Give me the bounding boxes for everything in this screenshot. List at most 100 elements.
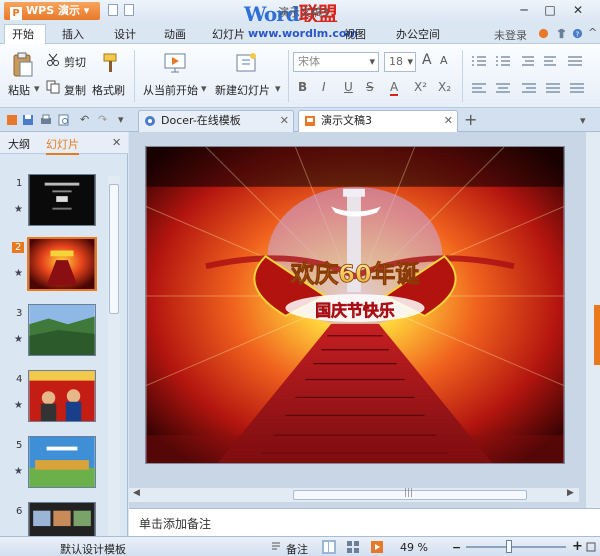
slide-thumbnail[interactable] [28,174,96,226]
format-painter-button[interactable]: 格式刷 [92,82,125,98]
print-icon[interactable] [40,114,52,126]
font-grow-button[interactable]: A [422,52,432,68]
paste-button[interactable]: 粘贴 [8,82,30,98]
font-size-select[interactable]: 18 ▾ [384,52,416,72]
menu-slideshow[interactable]: 幻灯片 [212,26,245,42]
login-status[interactable]: 未登录 [494,27,527,43]
tab-slides[interactable]: 幻灯片 [46,136,79,155]
menu-view[interactable]: 视图 [344,26,366,42]
ribbon-collapse-icon[interactable]: ^ [588,26,597,39]
slide-thumbnail[interactable] [28,370,96,422]
slides-panel-scrollbar[interactable] [108,176,120,536]
slide-thumbnail-selected[interactable] [27,237,97,291]
zoom-percent[interactable]: 49 % [400,541,428,554]
play-dropdown-icon[interactable]: ▾ [201,82,207,95]
tab-docer-templates[interactable]: Docer-在线模板 ✕ [138,110,294,132]
tab-close-icon[interactable]: ✕ [280,111,289,131]
presentation-doc-icon [305,116,315,126]
notes-pane[interactable]: 单击添加备注 [129,508,600,536]
shirt-icon[interactable] [556,28,567,39]
cut-button[interactable]: 剪切 [64,54,86,70]
slide-thumb-row[interactable]: 2 ★ [0,237,108,294]
menu-home[interactable]: 开始 [12,26,34,42]
normal-view-icon[interactable] [322,540,336,554]
redo-icon[interactable]: ↷ [98,113,107,126]
slideshow-view-icon[interactable] [370,540,384,554]
tab-close-icon[interactable]: ✕ [444,111,453,131]
undo-icon[interactable]: ↶ [80,113,89,126]
app-menu-button[interactable]: P WPS 演示 ▾ [4,2,100,20]
subscript-button[interactable]: X₂ [438,80,451,94]
slide-thumbnail[interactable] [28,304,96,356]
panel-close-icon[interactable]: ✕ [112,136,121,149]
font-shrink-button[interactable]: A [440,54,448,67]
new-tab-plus-icon[interactable]: + [464,110,477,129]
maximize-button[interactable]: □ [540,2,560,18]
scrollbar-thumb[interactable] [109,184,119,314]
paste-icon[interactable] [12,52,34,78]
slide-thumbnail[interactable] [28,436,96,488]
menu-office-space[interactable]: 办公空间 [396,26,440,42]
slide-sorter-view-icon[interactable] [346,540,360,554]
strikethrough-button[interactable]: S [366,80,374,94]
slide-animation-star-icon: ★ [14,334,23,345]
tab-presentation-3[interactable]: 演示文稿3 ✕ [298,110,458,132]
menu-animation[interactable]: 动画 [164,26,186,42]
quick-doc-icon[interactable] [108,4,118,16]
side-panel-handle[interactable] [594,305,600,365]
skin-icon[interactable] [538,28,549,39]
notes-toggle-icon[interactable] [270,541,282,553]
zoom-in-button[interactable]: + [572,539,583,554]
play-from-current-icon[interactable] [164,52,188,74]
tab-outline[interactable]: 大纲 [8,136,30,152]
slide-thumb-row[interactable]: 4 ★ [0,370,108,426]
tab-menu-icon[interactable]: ▾ [580,114,586,127]
current-slide[interactable]: 欢庆60年诞 国庆节快乐 [145,146,565,464]
zoom-out-button[interactable]: − [452,541,461,554]
menu-insert[interactable]: 插入 [62,26,84,42]
new-slide-button[interactable]: 新建幻灯片 [215,82,270,98]
quick-open-icon[interactable] [124,4,134,16]
fit-window-icon[interactable] [586,542,596,552]
play-from-current-button[interactable]: 从当前开始 [143,82,198,98]
slide-number: 2 [12,242,25,253]
slide-number: 5 [16,440,23,451]
format-painter-icon[interactable] [100,52,120,74]
zoom-slider[interactable] [466,546,566,548]
paragraph-tools-icon[interactable] [470,54,596,100]
new-slide-icon[interactable] [234,52,258,74]
close-button[interactable]: ✕ [568,2,588,18]
canvas-horizontal-scrollbar[interactable]: ◀ ||| ▶ [129,488,579,502]
minimize-button[interactable]: ─ [514,2,534,18]
new-doc-icon[interactable] [6,114,18,126]
copy-icon[interactable] [46,80,60,94]
font-name-select[interactable]: 宋体 ▾ [293,52,379,72]
font-color-button[interactable]: A [390,80,399,96]
slide-number: 1 [16,178,23,189]
print-preview-icon[interactable] [58,114,70,126]
superscript-button[interactable]: X² [414,80,427,94]
slide-thumb-row[interactable]: 3 ★ [0,304,108,360]
zoom-slider-knob[interactable] [506,540,513,553]
scroll-left-icon[interactable]: ◀ [133,488,140,498]
save-icon[interactable] [22,114,34,126]
copy-button[interactable]: 复制 [64,82,86,98]
scrollbar-thumb[interactable]: ||| [293,488,527,500]
scroll-right-icon[interactable]: ▶ [567,488,574,498]
slide-thumbnail[interactable] [28,502,96,536]
slide-thumb-row[interactable]: 6 [0,502,108,536]
slide-thumb-row[interactable]: 1 ★ [0,174,108,230]
italic-button[interactable]: I [322,80,326,94]
menu-design[interactable]: 设计 [114,26,136,42]
paste-dropdown-icon[interactable]: ▾ [34,82,40,95]
underline-button[interactable]: U [344,80,353,94]
ribbon-toolbar: 粘贴 ▾ 剪切 复制 格式刷 从当前开始 ▾ 新建幻灯片 ▾ 宋体 ▾ 18 ▾ A… [0,44,600,108]
slide-thumb-row[interactable]: 5 ★ [0,436,108,492]
scissors-icon[interactable] [46,53,60,67]
quick-access-dropdown-icon[interactable]: ▾ [118,113,124,126]
bold-button[interactable]: B [298,80,307,94]
help-icon[interactable]: ? [572,28,583,39]
notes-toggle-button[interactable]: 备注 [286,541,308,556]
document-tab-bar: ↶ ↷ ▾ Docer-在线模板 ✕ 演示文稿3 ✕ + ▾ [0,108,600,132]
new-slide-dropdown-icon[interactable]: ▾ [275,82,281,95]
